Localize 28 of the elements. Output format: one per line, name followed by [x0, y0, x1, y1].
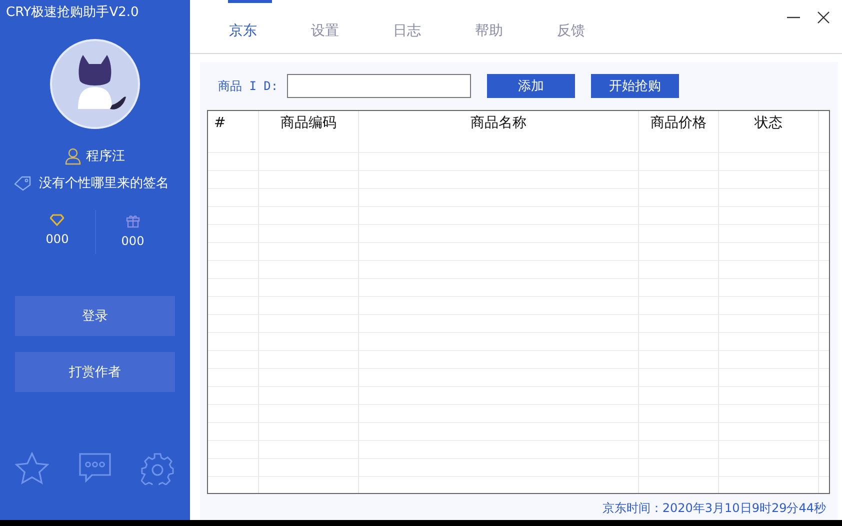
column-header: 商品名称 [470, 114, 526, 132]
column-header: 状态 [754, 114, 782, 132]
stat-count: 000 [46, 232, 69, 246]
column-header: 商品价格 [650, 114, 706, 132]
user-name: 程序汪 [86, 148, 125, 165]
add-button[interactable]: 添加 [487, 74, 575, 98]
donate-button[interactable]: 打赏作者 [15, 352, 175, 392]
column-header: # [214, 115, 226, 131]
user-icon [65, 148, 81, 164]
product-id-label: 商品 I D: [218, 78, 280, 94]
log-tab[interactable]: 日志 [392, 0, 474, 53]
product-id-field[interactable] [287, 74, 471, 98]
help-tab[interactable]: 帮助 [474, 0, 556, 53]
feedback-tab[interactable]: 反馈 [556, 0, 638, 53]
stat-count: 000 [121, 234, 144, 248]
tag-icon [14, 176, 32, 190]
signature: 没有个性哪里来的签名 [39, 175, 169, 192]
diamond-icon [50, 214, 64, 226]
jd-time-text: 京东时间：2020年3月10日9时29分44秒 [602, 500, 826, 517]
close-icon[interactable] [817, 11, 830, 24]
star-icon[interactable] [15, 452, 49, 485]
start-buy-button[interactable]: 开始抢购 [591, 74, 679, 98]
jd-tab[interactable]: 京东 [228, 0, 310, 53]
column-header: 商品编码 [280, 114, 336, 132]
gift-icon [126, 214, 140, 228]
settings-tab[interactable]: 设置 [310, 0, 392, 53]
window-title: CRY极速抢购助手V2.0 [5, 4, 139, 22]
login-button[interactable]: 登录 [15, 296, 175, 336]
